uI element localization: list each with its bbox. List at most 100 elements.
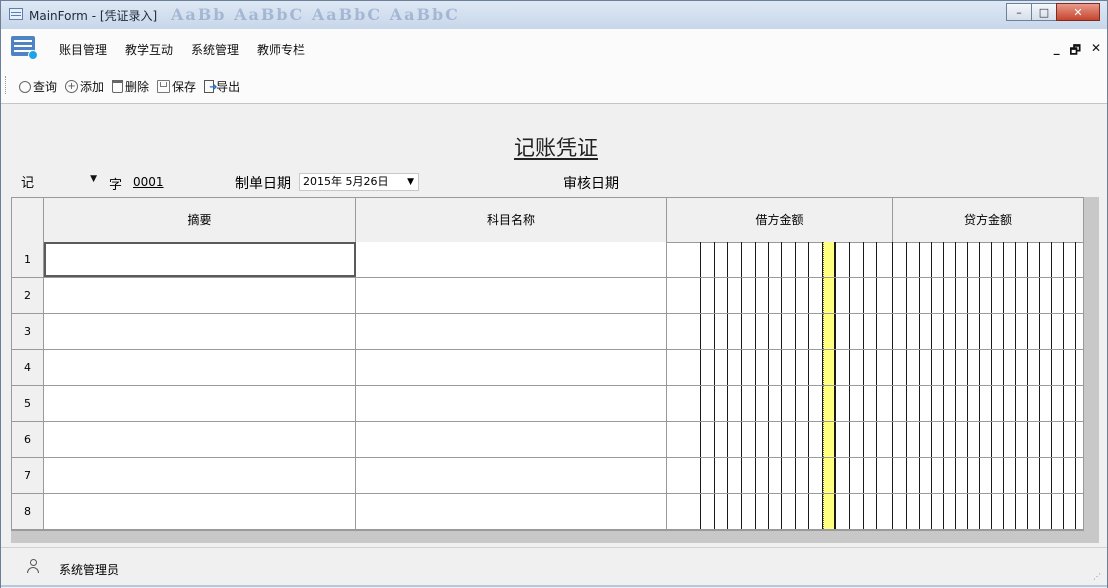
summary-cell[interactable] — [44, 458, 356, 493]
digit-divider — [1075, 278, 1076, 313]
row-number[interactable]: 4 — [12, 350, 44, 385]
voucher-type-select[interactable]: 记 ▼ — [21, 172, 99, 192]
account-cell[interactable] — [356, 278, 667, 313]
date-picker[interactable]: 2015年 5月26日 ▼ — [299, 173, 419, 191]
column-summary[interactable]: 摘要 — [44, 198, 356, 242]
summary-cell[interactable] — [44, 350, 356, 385]
summary-cell[interactable] — [44, 314, 356, 349]
digit-divider — [979, 458, 980, 493]
decimal-highlight-column — [823, 386, 835, 421]
column-debit[interactable]: 借方金额 — [667, 198, 893, 242]
summary-cell[interactable] — [44, 386, 356, 421]
credit-amount-cell[interactable] — [893, 242, 1083, 277]
minimize-button[interactable]: – — [1006, 3, 1032, 21]
summary-cell[interactable] — [44, 242, 356, 277]
row-number[interactable]: 5 — [12, 386, 44, 421]
maximize-button[interactable]: □ — [1031, 3, 1057, 21]
account-cell[interactable] — [356, 314, 667, 349]
debit-amount-cell[interactable] — [667, 242, 893, 277]
digit-divider — [919, 242, 920, 277]
size-grip-icon[interactable]: ⋰ — [1093, 573, 1103, 584]
digit-divider — [991, 350, 992, 385]
delete-button[interactable]: 删除 — [112, 78, 149, 95]
credit-amount-cell[interactable] — [893, 386, 1083, 421]
digit-divider — [849, 278, 850, 313]
digit-divider — [991, 278, 992, 313]
add-button[interactable]: + 添加 — [65, 78, 104, 95]
digit-divider — [1063, 278, 1064, 313]
digit-divider — [741, 458, 742, 493]
toolbar-grip[interactable] — [5, 76, 8, 94]
credit-amount-cell[interactable] — [893, 494, 1083, 529]
row-number[interactable]: 1 — [12, 242, 44, 277]
digit-divider — [1015, 458, 1016, 493]
debit-amount-cell[interactable] — [667, 386, 893, 421]
menu-system[interactable]: 系统管理 — [191, 41, 239, 58]
digit-divider — [943, 422, 944, 457]
digit-divider — [1015, 494, 1016, 529]
row-number[interactable]: 3 — [12, 314, 44, 349]
digit-divider — [991, 494, 992, 529]
window-title: MainForm - [凭证录入] — [29, 9, 158, 23]
digit-divider — [967, 350, 968, 385]
digit-divider — [919, 278, 920, 313]
debit-amount-cell[interactable] — [667, 350, 893, 385]
credit-amount-cell[interactable] — [893, 422, 1083, 457]
digit-divider — [808, 242, 809, 277]
mdi-restore-button[interactable]: 🗗 — [1070, 41, 1081, 62]
summary-cell[interactable] — [44, 494, 356, 529]
debit-amount-cell[interactable] — [667, 278, 893, 313]
account-cell[interactable] — [356, 422, 667, 457]
digit-divider — [714, 242, 715, 277]
row-number[interactable]: 2 — [12, 278, 44, 313]
account-cell[interactable] — [356, 350, 667, 385]
toolbar: 查询 + 添加 删除 保存 导出 — [1, 67, 1107, 104]
digit-divider — [741, 278, 742, 313]
digit-divider — [919, 422, 920, 457]
account-cell[interactable] — [356, 386, 667, 421]
table-row: 4 — [12, 350, 1083, 386]
delete-label: 删除 — [125, 80, 150, 94]
export-button[interactable]: 导出 — [204, 78, 240, 95]
mdi-close-button[interactable]: ✕ — [1091, 41, 1101, 62]
credit-amount-cell[interactable] — [893, 278, 1083, 313]
digit-divider — [781, 350, 782, 385]
mdi-minimize-button[interactable]: _ — [1054, 41, 1060, 62]
account-cell[interactable] — [356, 494, 667, 529]
debit-amount-cell[interactable] — [667, 422, 893, 457]
digit-divider — [1027, 278, 1028, 313]
summary-cell[interactable] — [44, 422, 356, 457]
digit-divider — [755, 350, 756, 385]
column-account[interactable]: 科目名称 — [356, 198, 667, 242]
close-button[interactable]: ✕ — [1056, 3, 1100, 21]
debit-amount-cell[interactable] — [667, 494, 893, 529]
digit-divider — [967, 314, 968, 349]
menu-teacher[interactable]: 教师专栏 — [257, 41, 305, 58]
digit-divider — [795, 278, 796, 313]
menu-teaching[interactable]: 教学互动 — [125, 41, 173, 58]
row-number[interactable]: 6 — [12, 422, 44, 457]
digit-divider — [755, 314, 756, 349]
account-cell[interactable] — [356, 242, 667, 277]
account-cell[interactable] — [356, 458, 667, 493]
row-number[interactable]: 8 — [12, 494, 44, 529]
save-button[interactable]: 保存 — [157, 78, 196, 95]
summary-cell[interactable] — [44, 278, 356, 313]
credit-amount-cell[interactable] — [893, 314, 1083, 349]
digit-divider — [714, 458, 715, 493]
digit-divider — [967, 242, 968, 277]
debit-amount-cell[interactable] — [667, 458, 893, 493]
decimal-highlight-column — [823, 242, 835, 277]
digit-divider — [955, 278, 956, 313]
digit-divider — [727, 386, 728, 421]
query-button[interactable]: 查询 — [19, 78, 57, 95]
credit-amount-cell[interactable] — [893, 350, 1083, 385]
credit-amount-cell[interactable] — [893, 458, 1083, 493]
digit-divider — [755, 494, 756, 529]
debit-amount-cell[interactable] — [667, 314, 893, 349]
column-credit[interactable]: 贷方金额 — [893, 198, 1083, 242]
menu-account[interactable]: 账目管理 — [59, 41, 107, 58]
search-icon — [19, 80, 31, 93]
grid-scrollbar[interactable] — [1084, 197, 1099, 531]
row-number[interactable]: 7 — [12, 458, 44, 493]
